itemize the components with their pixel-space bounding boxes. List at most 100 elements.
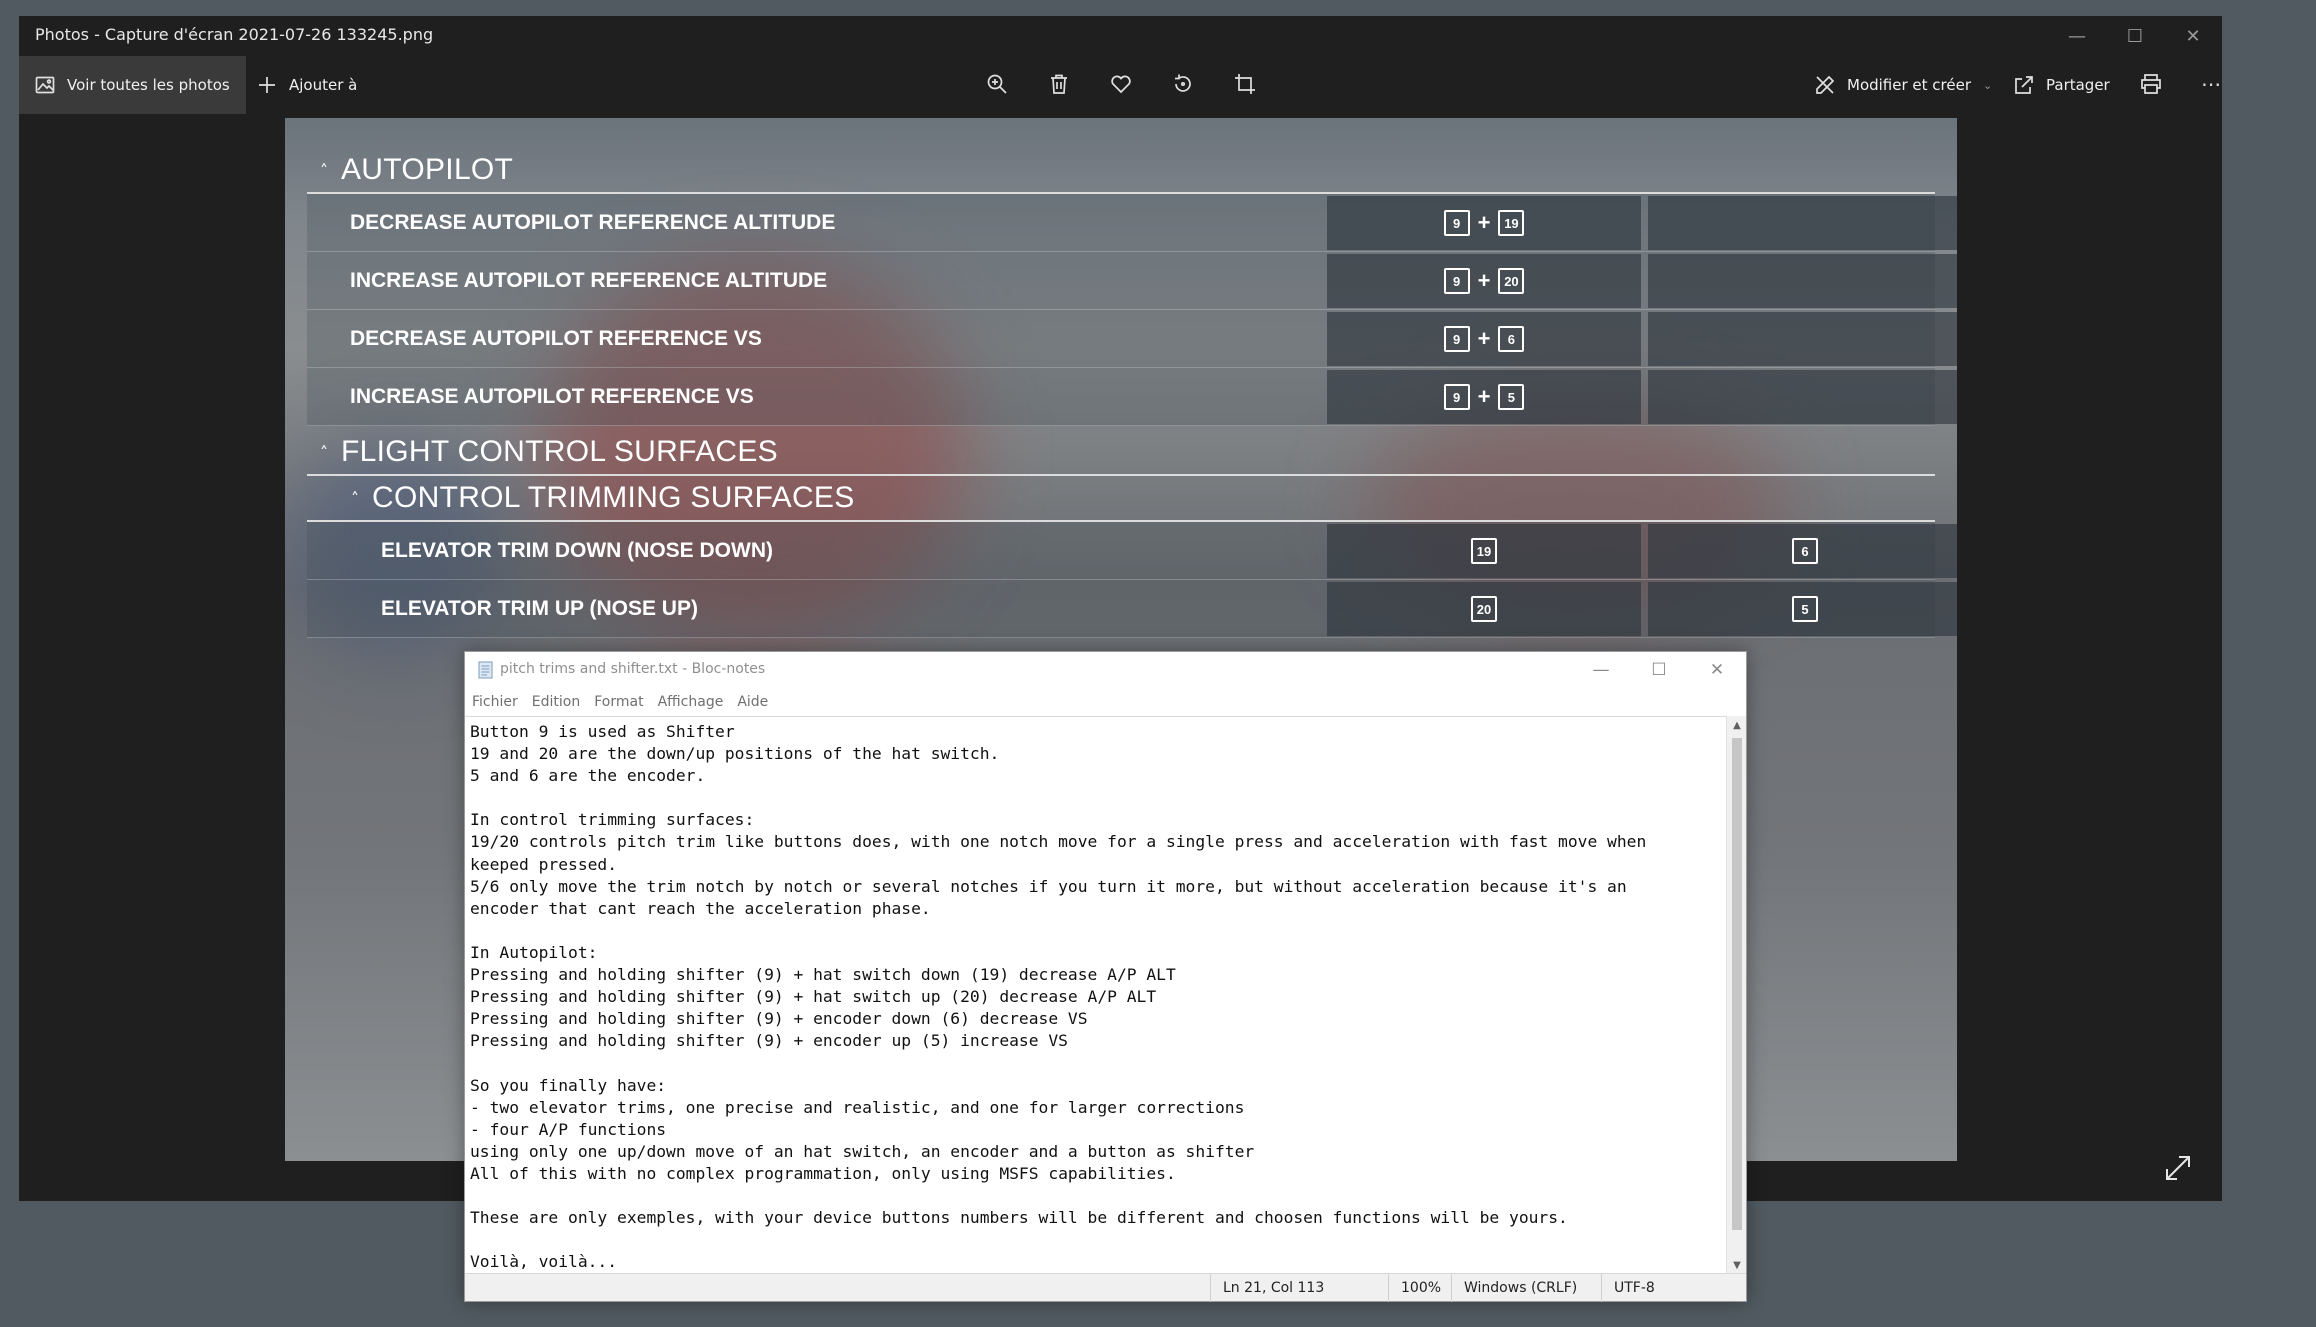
primary-binding[interactable]: 20 — [1327, 582, 1641, 636]
primary-binding[interactable]: 19 — [1327, 524, 1641, 578]
binding-label: INCREASE AUTOPILOT REFERENCE VS — [350, 385, 754, 408]
flight-control-section-header[interactable]: ˄ FLIGHT CONTROL SURFACES — [307, 430, 1935, 476]
binding-label: ELEVATOR TRIM UP (NOSE UP) — [381, 597, 698, 620]
notepad-content[interactable]: Button 9 is used as Shifter 19 and 20 ar… — [465, 717, 1728, 1273]
zoom-in-icon — [987, 74, 1007, 94]
close-icon[interactable]: ✕ — [2164, 16, 2222, 56]
secondary-binding[interactable]: 6 — [1648, 524, 1957, 578]
binding-row[interactable]: DECREASE AUTOPILOT REFERENCE ALTITUDE 9 … — [307, 194, 1957, 252]
photos-window-controls: — ☐ ✕ — [2048, 16, 2222, 56]
menu-edit[interactable]: Edition — [532, 694, 580, 710]
secondary-binding[interactable] — [1648, 312, 1957, 366]
binding-row[interactable]: INCREASE AUTOPILOT REFERENCE ALTITUDE 9 … — [307, 252, 1957, 310]
flight-control-section-title: FLIGHT CONTROL SURFACES — [341, 435, 778, 468]
chevron-up-icon: ˄ — [351, 488, 359, 508]
close-icon[interactable]: ✕ — [1688, 652, 1746, 688]
binding-label: INCREASE AUTOPILOT REFERENCE ALTITUDE — [350, 269, 828, 292]
minimize-icon[interactable]: — — [2048, 16, 2106, 56]
scroll-up-icon[interactable]: ▲ — [1727, 716, 1747, 734]
notepad-titlebar: pitch trims and shifter.txt - Bloc-notes… — [465, 652, 1746, 688]
chevron-up-icon: ˄ — [320, 160, 328, 180]
secondary-binding[interactable] — [1648, 254, 1957, 308]
binding-row[interactable]: ELEVATOR TRIM UP (NOSE UP) 20 5 — [307, 580, 1957, 638]
secondary-binding[interactable] — [1648, 370, 1957, 424]
photos-icon — [35, 76, 55, 94]
trimming-subsection-title: CONTROL TRIMMING SURFACES — [372, 481, 855, 514]
photos-window-title: Photos - Capture d'écran 2021-07-26 1332… — [35, 25, 434, 44]
see-all-photos-label: Voir toutes les photos — [67, 76, 230, 94]
add-to-button[interactable]: Ajouter à — [241, 56, 373, 114]
notepad-window-title: pitch trims and shifter.txt - Bloc-notes — [500, 661, 766, 677]
plus-icon — [259, 77, 275, 93]
crop-icon — [1235, 74, 1255, 94]
add-to-label: Ajouter à — [289, 76, 358, 94]
notepad-status-bar: Ln 21, Col 113 100% Windows (CRLF) UTF-8 — [465, 1273, 1746, 1302]
expand-icon — [2166, 1156, 2190, 1180]
edit-create-icon — [1816, 75, 1835, 94]
key-badge: 20 — [1471, 596, 1497, 622]
rotate-icon — [1175, 74, 1191, 92]
share-label: Partager — [2046, 76, 2110, 94]
fullscreen-button[interactable] — [2160, 1150, 2196, 1186]
rotate-button[interactable] — [1165, 66, 1201, 102]
plus-sign: + — [1477, 384, 1491, 409]
crop-button[interactable] — [1227, 66, 1263, 102]
key-badge: 19 — [1498, 210, 1525, 236]
key-badge: 9 — [1443, 384, 1470, 410]
scrollbar-thumb[interactable] — [1732, 738, 1742, 1230]
vertical-scrollbar[interactable]: ▲ ▼ — [1726, 716, 1746, 1274]
controls-panel: ˄ AUTOPILOT DECREASE AUTOPILOT REFERENCE… — [307, 148, 1957, 638]
notepad-window: pitch trims and shifter.txt - Bloc-notes… — [464, 651, 1747, 1302]
primary-binding[interactable]: 9 + 20 — [1327, 254, 1641, 308]
minimize-icon[interactable]: — — [1572, 652, 1630, 688]
key-badge: 20 — [1498, 268, 1525, 294]
menu-file[interactable]: Fichier — [472, 694, 518, 710]
zoom-button[interactable] — [979, 66, 1015, 102]
favorite-button[interactable] — [1103, 66, 1139, 102]
maximize-icon[interactable]: ☐ — [1630, 652, 1688, 688]
scroll-down-icon[interactable]: ▼ — [1727, 1256, 1747, 1274]
binding-label: ELEVATOR TRIM DOWN (NOSE DOWN) — [381, 539, 773, 562]
more-options-icon[interactable]: ⋯ — [2193, 66, 2229, 102]
plus-sign: + — [1477, 210, 1491, 235]
binding-row[interactable]: INCREASE AUTOPILOT REFERENCE VS 9 + 5 — [307, 368, 1957, 426]
menu-format[interactable]: Format — [594, 694, 643, 710]
zoom-level: 100% — [1388, 1274, 1451, 1302]
printer-icon — [2141, 74, 2161, 94]
key-badge: 5 — [1792, 596, 1818, 622]
notepad-menubar: Fichier Edition Format Affichage Aide — [465, 689, 1746, 715]
print-button[interactable] — [2133, 66, 2169, 102]
key-badge: 9 — [1443, 326, 1470, 352]
chevron-up-icon: ˄ — [320, 442, 328, 462]
key-badge: 9 — [1443, 210, 1470, 236]
binding-row[interactable]: DECREASE AUTOPILOT REFERENCE VS 9 + 6 — [307, 310, 1957, 368]
key-badge: 5 — [1498, 384, 1525, 410]
notepad-icon — [478, 661, 493, 679]
primary-binding[interactable]: 9 + 5 — [1327, 370, 1641, 424]
primary-binding[interactable]: 9 + 19 — [1327, 196, 1641, 250]
edit-create-button[interactable]: Modifier et créer ⌄ — [1799, 56, 2008, 114]
trash-icon — [1051, 74, 1067, 94]
key-badge: 6 — [1792, 538, 1818, 564]
cursor-position: Ln 21, Col 113 — [1210, 1274, 1388, 1302]
primary-binding[interactable]: 9 + 6 — [1327, 312, 1641, 366]
secondary-binding[interactable]: 5 — [1648, 582, 1957, 636]
autopilot-section-header[interactable]: ˄ AUTOPILOT — [307, 148, 1935, 194]
notepad-text-area[interactable]: Button 9 is used as Shifter 19 and 20 ar… — [465, 716, 1728, 1274]
plus-sign: + — [1477, 268, 1491, 293]
menu-help[interactable]: Aide — [737, 694, 768, 710]
share-icon — [2015, 76, 2033, 94]
autopilot-section-title: AUTOPILOT — [341, 153, 514, 186]
maximize-icon[interactable]: ☐ — [2106, 16, 2164, 56]
photos-titlebar: Photos - Capture d'écran 2021-07-26 1332… — [19, 16, 2222, 56]
key-badge: 19 — [1471, 538, 1497, 564]
delete-button[interactable] — [1041, 66, 1077, 102]
key-badge: 6 — [1498, 326, 1525, 352]
secondary-binding[interactable] — [1648, 196, 1957, 250]
heart-icon — [1111, 75, 1131, 94]
trimming-subsection-header[interactable]: ˄ CONTROL TRIMMING SURFACES — [307, 476, 1935, 522]
share-button[interactable]: Partager — [1998, 56, 2126, 114]
see-all-photos-button[interactable]: Voir toutes les photos — [19, 56, 246, 114]
binding-row[interactable]: ELEVATOR TRIM DOWN (NOSE DOWN) 19 6 — [307, 522, 1957, 580]
menu-view[interactable]: Affichage — [658, 694, 724, 710]
